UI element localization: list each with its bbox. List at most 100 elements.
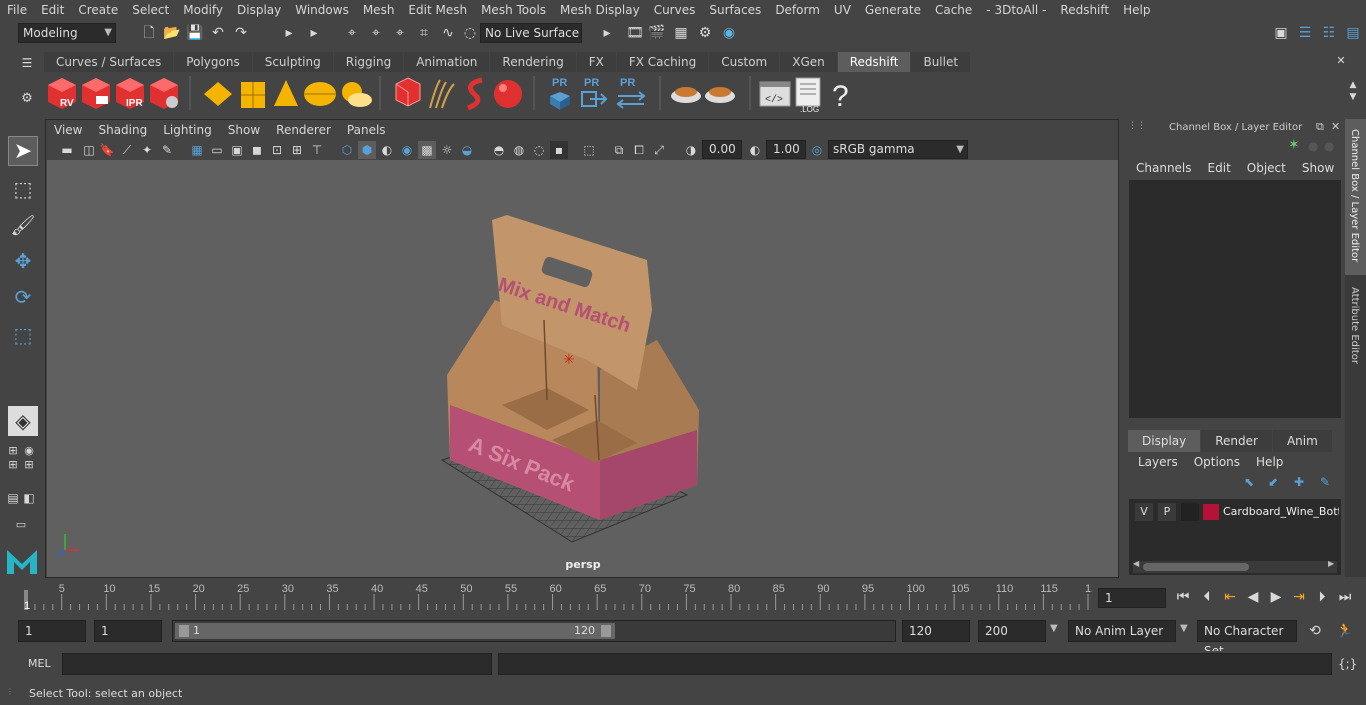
menu-windows[interactable]: Windows [288, 3, 356, 17]
gear-icon[interactable]: ⚙ [18, 90, 36, 108]
safe-action-icon[interactable]: ⊞ [288, 141, 306, 159]
render-view-icon[interactable]: 🎞 [626, 24, 644, 42]
smooth-shade-icon[interactable]: ⬢ [358, 141, 376, 159]
animation-preferences-icon[interactable]: 🏃 [1336, 622, 1354, 640]
shelf-tab-polygons[interactable]: Polygons [174, 52, 252, 72]
image-plane-icon[interactable]: ⟋ [118, 141, 136, 159]
side-tab-channel-box[interactable]: Channel Box / Layer Editor [1345, 119, 1366, 275]
shelf-tab-animation[interactable]: Animation [404, 52, 490, 72]
toggle-attribute-icon[interactable]: ☷ [1320, 24, 1338, 42]
character-set-selector[interactable]: No Character Set [1197, 620, 1297, 658]
snap-to-curve-icon[interactable]: ∿ [439, 24, 457, 42]
layer-tab-anim[interactable]: Anim [1272, 430, 1332, 452]
panel-menu-show[interactable]: Show [220, 123, 268, 137]
shelf-tab-bullet[interactable]: Bullet [911, 52, 971, 72]
redshift-render-icon[interactable] [82, 78, 110, 109]
menu-mesh[interactable]: Mesh [356, 3, 402, 17]
default-material-icon[interactable]: ◐ [378, 141, 396, 159]
hypershade-icon[interactable]: ◉ [720, 24, 738, 42]
isolate-select-icon[interactable]: ⬚ [580, 141, 598, 159]
play-backwards-icon[interactable]: ◀ [1244, 588, 1262, 606]
wireframe-on-shaded-icon[interactable]: ◉ [398, 141, 416, 159]
panel-menu-panels[interactable]: Panels [339, 123, 394, 137]
save-scene-icon[interactable]: 💾 [186, 24, 204, 42]
menu-curves[interactable]: Curves [647, 3, 703, 17]
redshift-sphere-icon[interactable] [494, 80, 522, 108]
redo-icon[interactable]: ↷ [232, 24, 250, 42]
step-forward-frame-icon[interactable]: ⇥ [1290, 588, 1308, 606]
menu-3dtoall[interactable]: - 3DtoAll - [979, 3, 1053, 17]
menu-display[interactable]: Display [230, 3, 288, 17]
script-editor-icon[interactable]: </> [759, 81, 791, 107]
layer-hscrollbar[interactable]: ◀ ▶ [1133, 559, 1337, 573]
channel-box-menu-show[interactable]: Show [1302, 161, 1334, 175]
layer-color-swatch[interactable] [1203, 504, 1219, 520]
antialiasing-icon[interactable]: ◌ [530, 141, 548, 159]
grease-pencil-icon[interactable]: ✎ [158, 141, 176, 159]
menu-uv[interactable]: UV [827, 3, 858, 17]
frame-all-icon[interactable]: ⤢ [650, 141, 668, 159]
playback-end-field[interactable]: 120 [902, 620, 970, 642]
pr-cube-icon[interactable]: PR [550, 77, 570, 110]
panel-menu-lighting[interactable]: Lighting [155, 123, 220, 137]
go-to-end-icon[interactable]: ⏭ [1336, 588, 1354, 606]
select-by-hierarchy-icon[interactable]: ⌖ [343, 24, 361, 42]
key-selected-icon[interactable]: ● [1308, 139, 1318, 153]
exposure-icon[interactable]: ◑ [682, 141, 700, 159]
scroll-left-icon[interactable]: ◀ [1133, 559, 1139, 568]
menu-edit[interactable]: Edit [34, 3, 71, 17]
arrow-right-icon[interactable]: ▸ [305, 24, 323, 42]
film-gate-icon[interactable]: ▭ [208, 141, 226, 159]
new-scene-icon[interactable]: 🗋 [140, 24, 158, 42]
rotate-tool-icon[interactable]: ⟳ [8, 282, 38, 312]
snap-to-grid-icon[interactable]: ⌗ [415, 24, 433, 42]
go-to-start-icon[interactable]: ⏮ [1174, 588, 1192, 606]
shelf-scroll-down-icon[interactable]: ▼ [1344, 88, 1362, 106]
graph-layout-icon[interactable]: ▭ [6, 518, 36, 532]
close-icon[interactable]: ✕ [1332, 52, 1350, 70]
menu-help[interactable]: Help [1116, 3, 1157, 17]
toggle-channel-box-icon[interactable]: ▤ [1344, 24, 1362, 42]
menu-icon[interactable]: ☰ [18, 54, 36, 72]
close-icon[interactable]: ✕ [1331, 120, 1340, 133]
play-forwards-icon[interactable]: ▶ [1267, 588, 1285, 606]
redshift-ipr-icon[interactable]: IPR [116, 78, 144, 109]
xray-active-icon[interactable]: ⧠ [630, 141, 648, 159]
ipr-render-icon[interactable]: ▦ [672, 24, 690, 42]
shelf-tab-rigging[interactable]: Rigging [333, 52, 404, 72]
step-back-frame-icon[interactable]: ⇤ [1221, 588, 1239, 606]
camera-icon[interactable]: ▬ [58, 141, 76, 159]
single-pane-layout-icon[interactable]: ◈ [8, 406, 38, 436]
redshift-proxy-icon[interactable] [395, 77, 421, 107]
layer-tab-render[interactable]: Render [1201, 430, 1272, 452]
layer-menu-layers[interactable]: Layers [1138, 455, 1178, 469]
snap-to-point-icon[interactable]: ◌ [461, 24, 479, 42]
workspace-icon[interactable]: ▣ [1272, 24, 1290, 42]
menu-redshift[interactable]: Redshift [1053, 3, 1116, 17]
shelf-tab-custom[interactable]: Custom [709, 52, 780, 72]
redshift-spot-light-icon[interactable] [274, 80, 298, 106]
paint-select-tool-icon[interactable]: 🖌 [8, 210, 38, 240]
redshift-render-view-icon[interactable]: RV [48, 78, 76, 109]
menu-mesh-tools[interactable]: Mesh Tools [474, 3, 553, 17]
range-slider-right-grip[interactable] [601, 625, 611, 637]
arrow-right-icon[interactable]: ▸ [598, 24, 616, 42]
menu-deform[interactable]: Deform [768, 3, 827, 17]
textured-icon[interactable]: ▩ [418, 141, 436, 159]
channel-box-area[interactable] [1129, 180, 1341, 418]
channel-box-menu-object[interactable]: Object [1247, 161, 1286, 175]
move-layer-down-icon[interactable]: ⬋ [1268, 475, 1278, 489]
motion-blur-icon[interactable]: ◍ [510, 141, 528, 159]
range-slider-left-grip[interactable] [179, 625, 189, 637]
help-icon[interactable]: ? [832, 80, 849, 113]
resolution-gate-icon[interactable]: ▣ [228, 141, 246, 159]
layer-playback-toggle[interactable]: P [1158, 503, 1176, 521]
color-space-selector[interactable]: sRGB gamma ▼ [828, 140, 968, 159]
menu-cache[interactable]: Cache [928, 3, 979, 17]
layer-type-toggle[interactable] [1181, 503, 1199, 521]
select-by-component-icon[interactable]: ⌖ [391, 24, 409, 42]
new-layer-icon[interactable]: ✚ [1294, 475, 1304, 489]
grid-layout-icon[interactable]: ⊞ [22, 458, 36, 472]
eye-icon[interactable]: ◉ [22, 444, 36, 458]
command-input[interactable] [62, 653, 492, 675]
